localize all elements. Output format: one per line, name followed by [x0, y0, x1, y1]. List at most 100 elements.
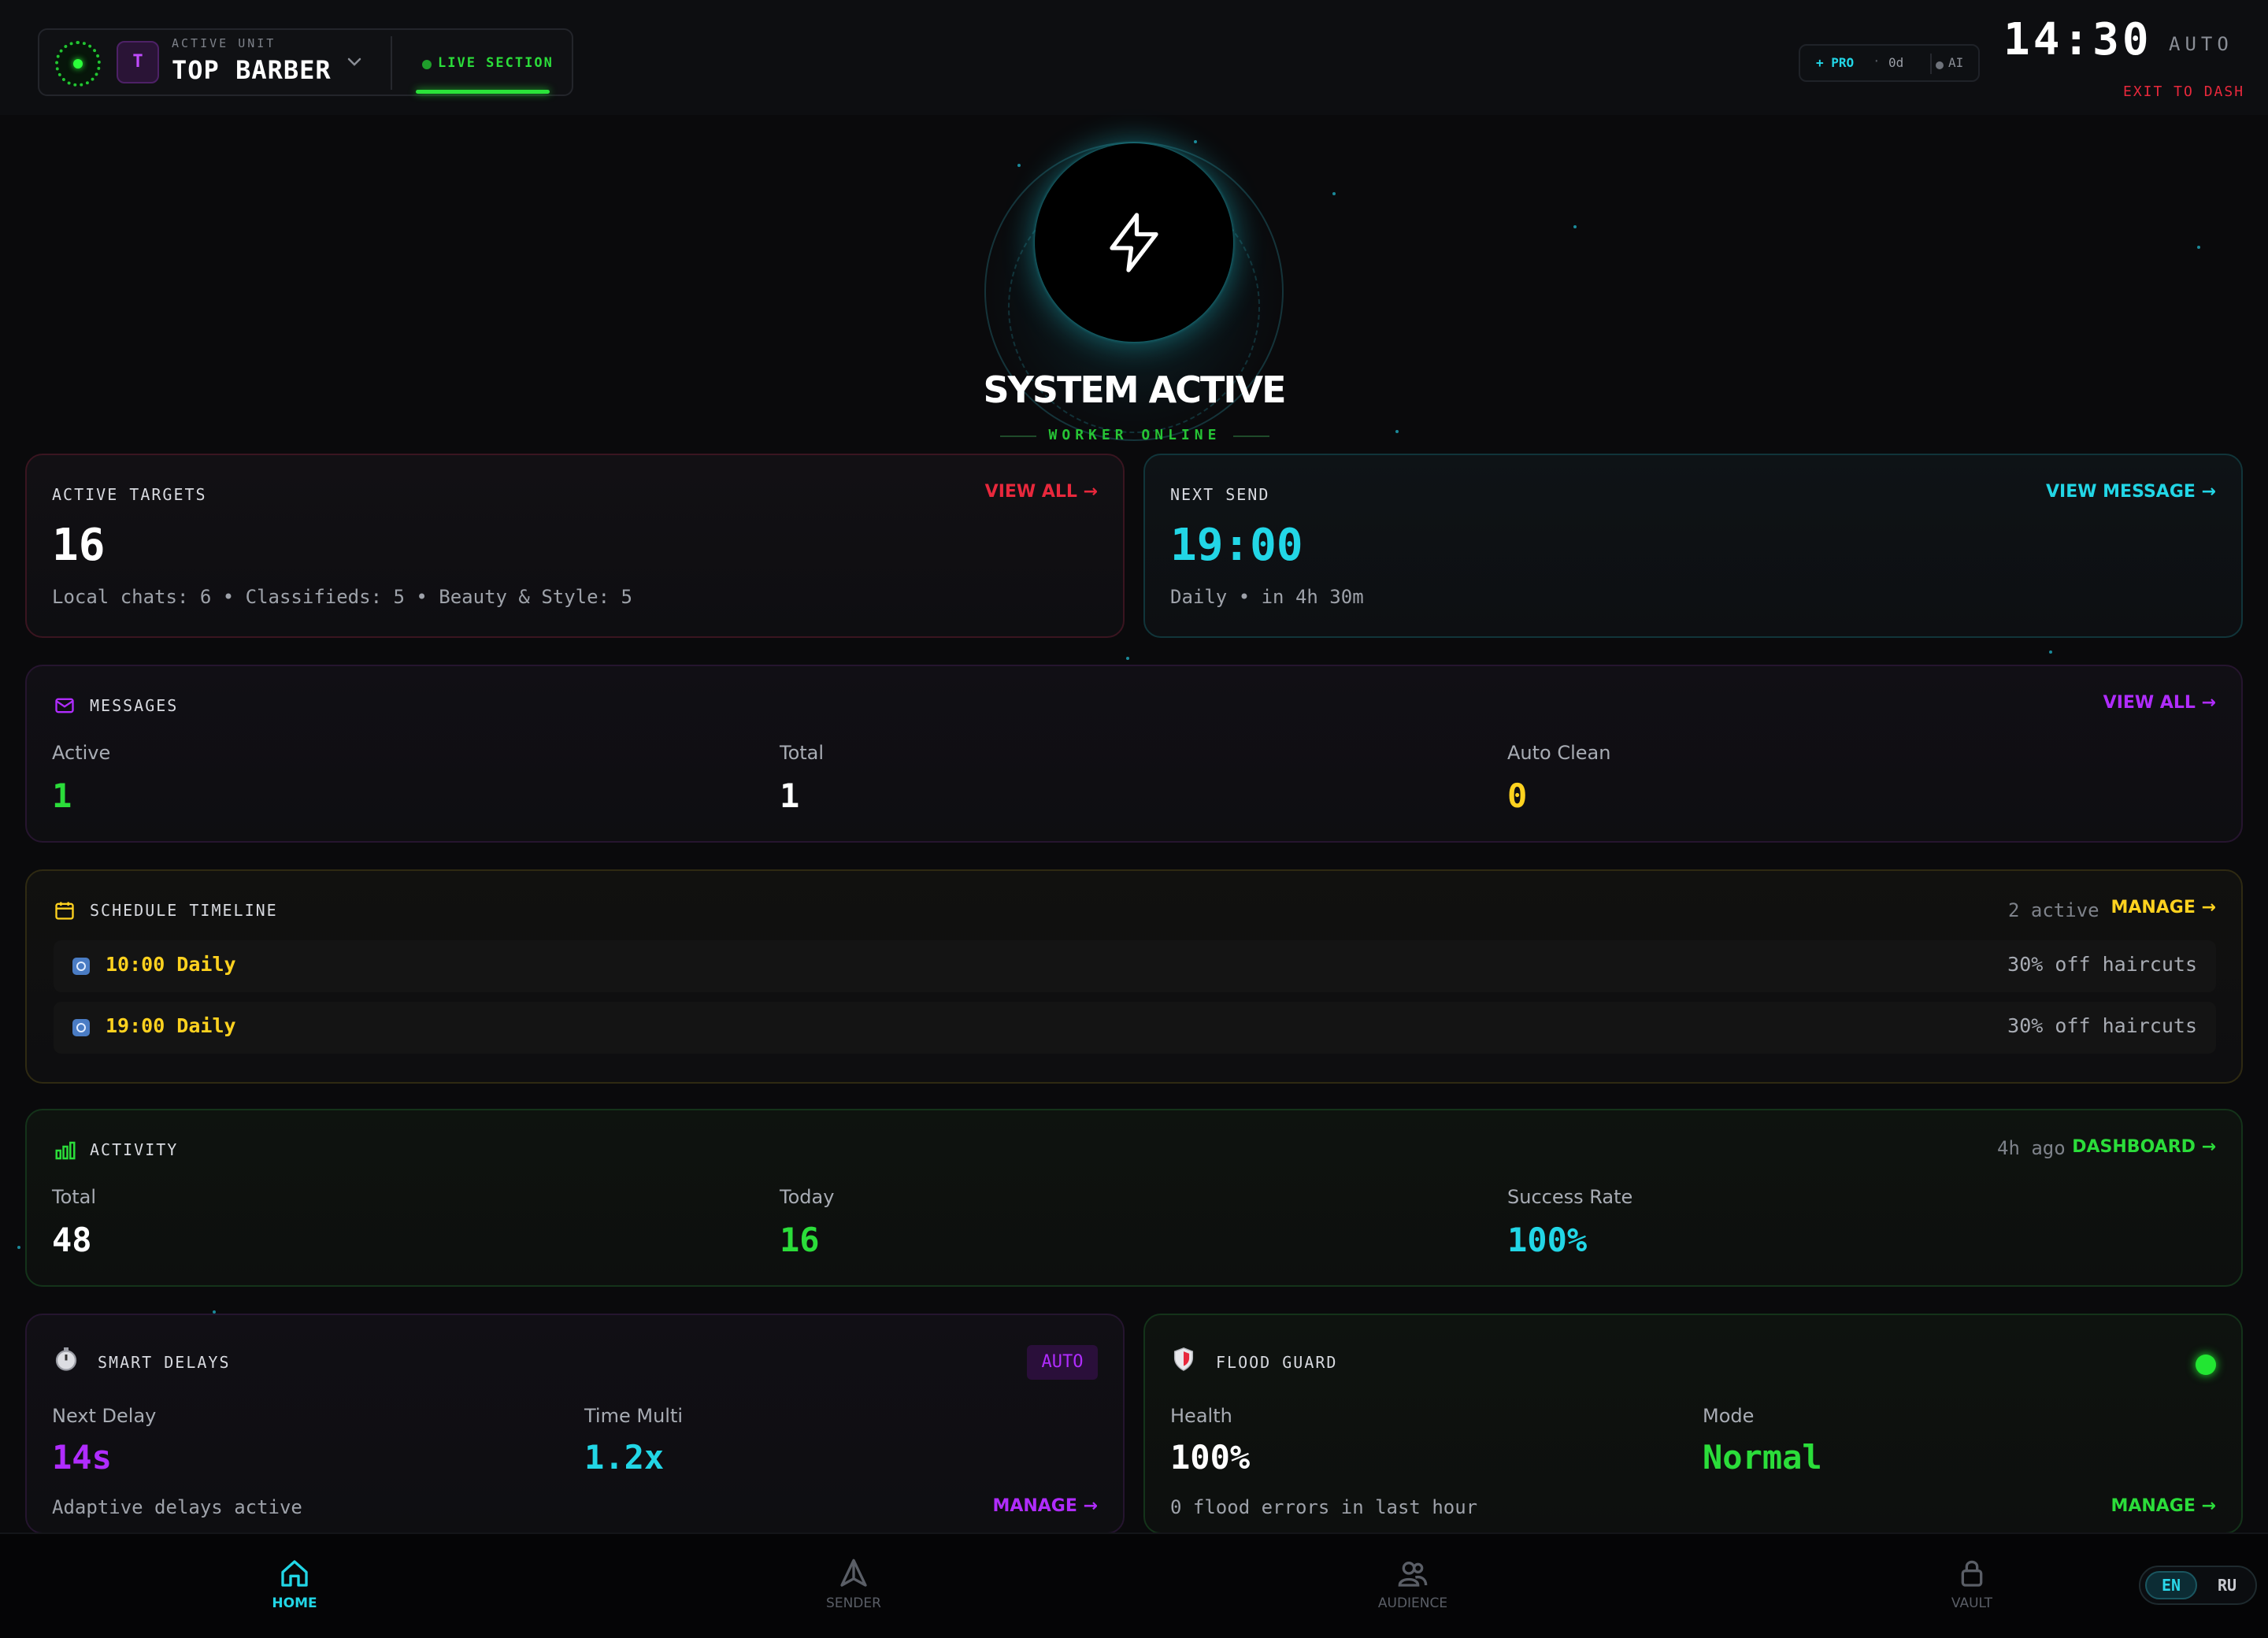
manage-flood-link[interactable]: MANAGE → — [2110, 1496, 2216, 1516]
lang-en-button[interactable]: EN — [2145, 1571, 2197, 1599]
nav-label: HOME — [272, 1595, 317, 1611]
activity-last-update: 4h ago — [1997, 1137, 2066, 1159]
clock-mode: AUTO — [2169, 33, 2233, 55]
schedule-item-time: 10:00 Daily — [106, 953, 236, 976]
repeat-icon — [72, 1019, 90, 1036]
repeat-icon — [72, 958, 90, 975]
live-section-tab[interactable]: LIVE SECTION — [416, 30, 554, 96]
stat-label-health: Health — [1170, 1405, 1232, 1427]
smart-delays-card: SMART DELAYS AUTO Next Delay 14s Time Mu… — [25, 1314, 1125, 1534]
calendar-icon — [55, 902, 74, 920]
background-star — [1332, 192, 1336, 195]
manage-schedule-link[interactable]: MANAGE → — [2110, 898, 2216, 917]
language-switch: EN RU — [2139, 1566, 2257, 1605]
lightning-bolt-icon — [1110, 213, 1158, 272]
stat-value-auto-clean: 0 — [1507, 776, 1528, 815]
background-star — [1573, 225, 1577, 228]
unit-name: TOP BARBER — [172, 55, 332, 85]
status-logo-icon — [55, 41, 101, 87]
plan-divider — [1930, 54, 1932, 74]
background-star — [2197, 246, 2200, 249]
stat-value-next-delay: 14s — [52, 1438, 112, 1477]
users-icon — [1398, 1562, 1428, 1587]
stat-label-total: Total — [52, 1186, 97, 1208]
stat-label-mode: Mode — [1703, 1405, 1755, 1427]
next-send-card: NEXT SEND VIEW MESSAGE → 19:00 Daily • i… — [1143, 454, 2243, 638]
nav-label: SENDER — [826, 1595, 881, 1611]
background-star — [2049, 650, 2052, 654]
stat-value-total: 1 — [780, 776, 800, 815]
view-all-targets-link[interactable]: VIEW ALL → — [985, 482, 1098, 502]
manage-delays-link[interactable]: MANAGE → — [992, 1496, 1098, 1516]
stat-label-auto-clean: Auto Clean — [1507, 742, 1611, 764]
stat-label-total: Total — [780, 742, 825, 764]
stat-value-total: 48 — [52, 1221, 92, 1259]
unit-avatar: T — [117, 41, 159, 83]
divider — [1000, 435, 1036, 437]
nav-item-vault[interactable]: VAULT — [1870, 1534, 2074, 1638]
view-message-link[interactable]: VIEW MESSAGE → — [2046, 482, 2216, 502]
lock-icon — [1961, 1560, 1983, 1587]
home-icon — [281, 1560, 308, 1587]
auto-badge[interactable]: AUTO — [1027, 1345, 1098, 1380]
stat-value-time-multi: 1.2x — [584, 1438, 665, 1477]
active-unit-label: ACTIVE UNIT — [172, 36, 276, 50]
view-all-messages-link[interactable]: VIEW ALL → — [2103, 693, 2216, 713]
divider — [1233, 435, 1269, 437]
active-targets-card: ACTIVE TARGETS VIEW ALL → 16 Local chats… — [25, 454, 1125, 638]
schedule-item[interactable]: 19:00 Daily 30% off haircuts — [54, 1002, 2216, 1054]
nav-label: AUDIENCE — [1377, 1595, 1448, 1611]
mail-icon — [55, 698, 74, 713]
schedule-item[interactable]: 10:00 Daily 30% off haircuts — [54, 940, 2216, 992]
targets-breakdown: Local chats: 6 • Classifieds: 5 • Beauty… — [52, 586, 632, 608]
chevron-down-icon[interactable] — [346, 54, 362, 69]
card-title: SCHEDULE TIMELINE — [90, 901, 278, 920]
plan-status-pill[interactable]: + PRO · 0d AI — [1799, 44, 1980, 82]
card-title: FLOOD GUARD — [1216, 1353, 1338, 1372]
card-title: ACTIVE TARGETS — [52, 485, 207, 504]
stat-value-health: 100% — [1170, 1438, 1251, 1477]
bottom-navigation: HOME SENDER AUDIENCE VAULT EN RU — [0, 1532, 2268, 1638]
nav-item-sender[interactable]: SENDER — [751, 1534, 956, 1638]
flood-guard-card: FLOOD GUARD Health 100% Mode Normal 0 fl… — [1143, 1314, 2243, 1534]
lang-ru-button[interactable]: RU — [2203, 1571, 2251, 1599]
plan-pro-label: + PRO — [1816, 55, 1855, 70]
plan-separator: · — [1873, 54, 1881, 69]
flood-note: 0 flood errors in last hour — [1170, 1496, 1478, 1518]
schedule-item-text: 30% off haircuts — [2007, 953, 2197, 976]
messages-card: MESSAGES VIEW ALL → Active 1 Total 1 Aut… — [25, 665, 2243, 843]
card-title: MESSAGES — [90, 696, 179, 715]
plan-days: 0d — [1888, 55, 1904, 70]
card-title: ACTIVITY — [90, 1140, 179, 1159]
stat-label-time-multi: Time Multi — [584, 1405, 684, 1427]
next-send-time: 19:00 — [1170, 520, 1303, 571]
divider — [391, 36, 392, 90]
top-bar: T ACTIVE UNIT TOP BARBER LIVE SECTION + … — [0, 0, 2268, 115]
live-section-underline — [416, 90, 550, 94]
clock: 14:30 — [2003, 14, 2152, 65]
schedule-timeline-card: SCHEDULE TIMELINE 2 active MANAGE → 10:0… — [25, 869, 2243, 1084]
card-title: NEXT SEND — [1170, 485, 1270, 504]
activity-card: ACTIVITY 4h ago DASHBOARD → Total 48 Tod… — [25, 1109, 2243, 1287]
stat-value-active: 1 — [52, 776, 72, 815]
worker-status: WORKER ONLINE — [1048, 427, 1221, 443]
targets-count: 16 — [52, 520, 106, 571]
dashboard-link[interactable]: DASHBOARD → — [2072, 1137, 2216, 1157]
background-star — [1017, 164, 1021, 167]
active-unit-selector[interactable]: T ACTIVE UNIT TOP BARBER LIVE SECTION — [38, 28, 573, 96]
nav-item-audience[interactable]: AUDIENCE — [1310, 1534, 1515, 1638]
schedule-count: 2 active — [2008, 899, 2099, 921]
nav-label: VAULT — [1951, 1595, 1993, 1611]
exit-to-dash-link[interactable]: EXIT TO DASH — [2123, 83, 2244, 100]
stat-label-today: Today — [780, 1186, 835, 1208]
bar-chart-icon — [55, 1141, 76, 1160]
schedule-item-time: 19:00 Daily — [106, 1014, 236, 1037]
system-status-title: SYSTEM ACTIVE — [983, 369, 1286, 411]
plan-ai-label: AI — [1948, 55, 1964, 70]
background-star — [1395, 430, 1399, 433]
stat-label-active: Active — [52, 742, 111, 764]
stat-label-next-delay: Next Delay — [52, 1405, 157, 1427]
stat-value-today: 16 — [780, 1221, 820, 1259]
nav-item-home[interactable]: HOME — [192, 1534, 397, 1638]
ai-status-dot-icon — [1936, 61, 1944, 69]
